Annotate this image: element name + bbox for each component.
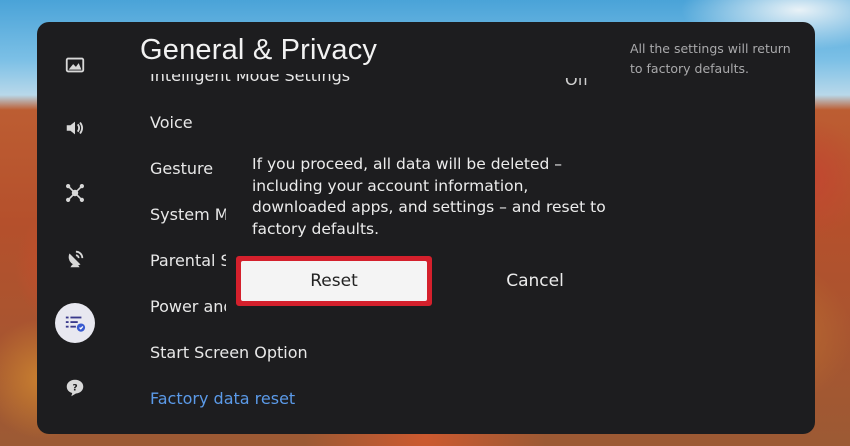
sound-icon [66, 121, 84, 135]
cancel-button-label: Cancel [506, 271, 564, 291]
menu-item-label: Parental S [150, 251, 231, 270]
reset-button-label: Reset [241, 261, 427, 301]
picture-icon [65, 57, 85, 73]
menu-item-label: Start Screen Option [150, 343, 308, 362]
menu-item-label: Voice [150, 113, 193, 132]
menu-item-label: Gesture [150, 159, 214, 178]
menu-item-system-manager[interactable]: System M [150, 205, 229, 224]
menu-item-gesture[interactable]: Gesture [150, 159, 213, 178]
menu-item-label: Factory data reset [150, 389, 296, 408]
menu-item-label: Power and [150, 297, 234, 316]
menu-item-factory-data-reset[interactable]: Factory data reset [150, 389, 295, 408]
menu-item-start-screen-option[interactable]: Start Screen Option [150, 343, 308, 362]
broadcasting-icon [68, 250, 84, 268]
nav-item-general-privacy[interactable] [55, 303, 95, 343]
menu-item-intelligent-mode[interactable]: Intelligent Mode Settings [150, 66, 351, 85]
settings-nav-rail: ? [37, 22, 117, 434]
page-title: General & Privacy [140, 34, 378, 66]
menu-item-parental-settings[interactable]: Parental S [150, 251, 231, 270]
reset-confirm-dialog: If you proceed, all data will be deleted… [226, 144, 631, 316]
nav-item-sound[interactable] [55, 108, 95, 148]
menu-item-label: Intelligent Mode Settings [150, 66, 351, 85]
connection-icon [66, 184, 84, 202]
svg-text:?: ? [72, 382, 77, 393]
menu-item-label: System M [150, 205, 229, 224]
dialog-message: If you proceed, all data will be deleted… [252, 155, 606, 238]
settings-panel: ? Intelligent Mode Settings Voice Gestur… [37, 22, 815, 434]
nav-item-picture[interactable] [55, 45, 95, 85]
general-privacy-icon [65, 316, 86, 332]
cancel-button[interactable]: Cancel [446, 256, 624, 306]
nav-item-broadcasting[interactable] [55, 239, 95, 279]
help-text: All the settings will return to factory … [630, 41, 791, 76]
menu-item-power-energy[interactable]: Power and [150, 297, 234, 316]
nav-item-connection[interactable] [55, 173, 95, 213]
support-icon: ? [66, 379, 84, 397]
nav-item-support[interactable]: ? [55, 368, 95, 408]
reset-button[interactable]: Reset [236, 256, 432, 306]
menu-item-voice[interactable]: Voice [150, 113, 193, 132]
